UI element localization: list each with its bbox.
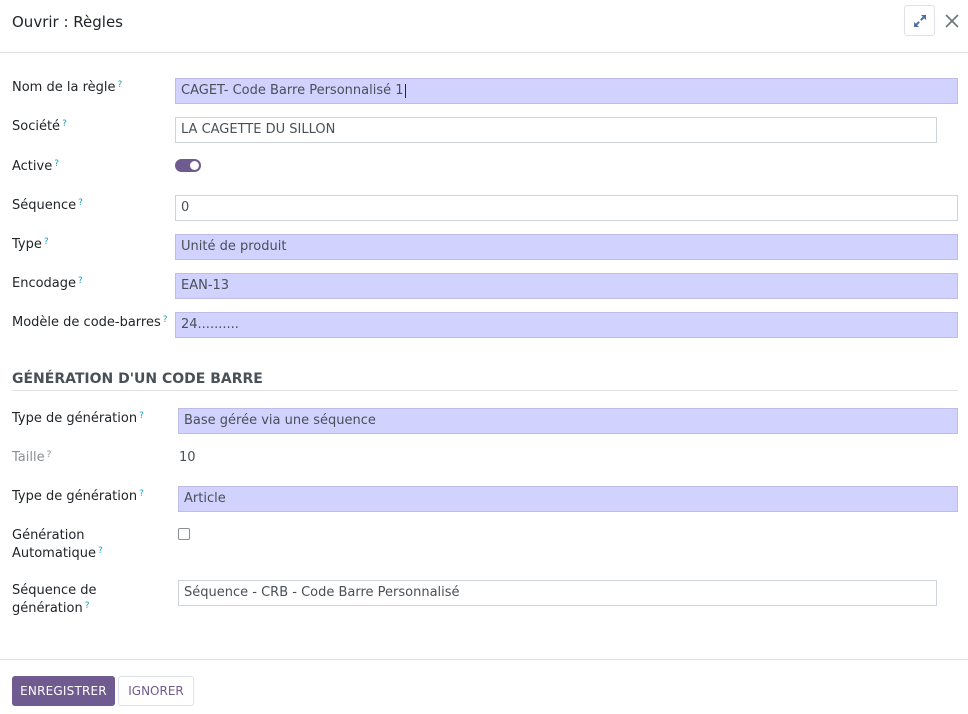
generation-type-2-select[interactable]: Article — [178, 486, 958, 512]
barcode-pattern-input[interactable]: 24.......... — [175, 312, 958, 338]
help-icon[interactable]: ? — [78, 198, 83, 208]
help-icon[interactable]: ? — [85, 601, 90, 611]
help-icon[interactable]: ? — [118, 80, 123, 90]
barcode-pattern-label: Modèle de code-barres? — [12, 315, 168, 330]
save-button[interactable]: ENREGISTRER — [12, 676, 115, 706]
size-label: Taille? — [12, 450, 52, 465]
size-value: 10 — [179, 450, 196, 465]
help-icon[interactable]: ? — [139, 489, 144, 499]
discard-button[interactable]: IGNORER — [118, 676, 194, 706]
section-divider — [12, 390, 958, 391]
help-icon[interactable]: ? — [98, 546, 103, 556]
help-icon[interactable]: ? — [54, 159, 59, 169]
close-icon — [945, 14, 959, 28]
help-icon[interactable]: ? — [78, 276, 83, 286]
help-icon[interactable]: ? — [62, 119, 67, 129]
rule-name-label: Nom de la règle? — [12, 80, 123, 95]
type-label: Type? — [12, 237, 49, 252]
type-select[interactable]: Unité de produit — [175, 234, 958, 260]
encoding-label: Encodage? — [12, 276, 83, 291]
sequence-label: Séquence? — [12, 198, 83, 213]
generation-sequence-input[interactable]: Séquence - CRB - Code Barre Personnalisé — [178, 580, 937, 606]
dialog-header: Ouvrir : Règles — [0, 0, 968, 53]
help-icon[interactable]: ? — [139, 411, 144, 421]
sequence-input[interactable]: 0 — [175, 195, 958, 221]
expand-button[interactable] — [904, 5, 935, 36]
help-icon[interactable]: ? — [44, 237, 49, 247]
company-label: Société? — [12, 119, 67, 134]
expand-arrows-icon — [913, 14, 926, 27]
company-input[interactable]: LA CAGETTE DU SILLON — [175, 117, 937, 143]
encoding-select[interactable]: EAN-13 — [175, 273, 958, 299]
help-icon[interactable]: ? — [47, 450, 52, 460]
close-button[interactable] — [942, 11, 962, 31]
dialog-title: Ouvrir : Règles — [12, 13, 123, 31]
rule-name-input[interactable]: CAGET- Code Barre Personnalisé 1 — [175, 78, 958, 104]
toggle-knob — [190, 161, 199, 170]
generation-type-2-label: Type de génération? — [12, 489, 144, 504]
generation-type-label: Type de génération? — [12, 411, 144, 426]
active-label: Active? — [12, 159, 59, 174]
text-cursor — [404, 83, 406, 98]
auto-generation-checkbox[interactable] — [178, 528, 190, 540]
active-toggle[interactable] — [175, 159, 201, 172]
footer-divider — [0, 659, 968, 660]
section-title: GÉNÉRATION D'UN CODE BARRE — [12, 371, 263, 387]
help-icon[interactable]: ? — [163, 315, 168, 325]
generation-type-select[interactable]: Base gérée via une séquence — [178, 408, 958, 434]
generation-sequence-label: Séquence de génération? — [12, 583, 97, 616]
auto-generation-label: Génération Automatique? — [12, 528, 103, 561]
